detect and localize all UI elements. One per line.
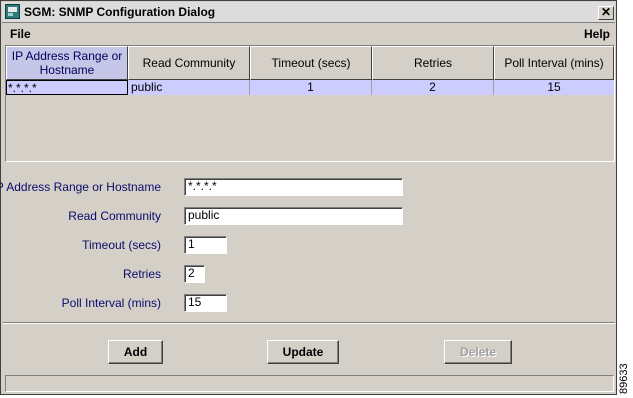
cell-community[interactable]: public: [128, 80, 250, 95]
table-row[interactable]: *.*.*.* public 1 2 15: [6, 80, 614, 95]
cell-poll[interactable]: 15: [494, 80, 614, 95]
column-header-timeout[interactable]: Timeout (secs): [250, 46, 372, 80]
separator: [3, 322, 615, 324]
ip-input[interactable]: *.*.*.*: [184, 178, 403, 196]
figure-number: 89633: [618, 363, 630, 394]
snmp-table: IP Address Range or Hostname Read Commun…: [5, 45, 615, 162]
timeout-input[interactable]: 1: [184, 236, 227, 254]
retries-input[interactable]: 2: [184, 265, 205, 283]
timeout-label: Timeout (secs): [82, 238, 161, 252]
update-button[interactable]: Update: [267, 340, 339, 364]
poll-input[interactable]: 15: [184, 294, 227, 312]
menu-file[interactable]: File: [10, 27, 31, 41]
add-button[interactable]: Add: [108, 340, 163, 364]
title-bar[interactable]: SGM: SNMP Configuration Dialog ✕: [2, 2, 615, 23]
poll-label: Poll Interval (mins): [61, 296, 161, 310]
column-header-retries[interactable]: Retries: [372, 46, 494, 80]
community-input[interactable]: public: [184, 207, 403, 225]
dialog-window: SGM: SNMP Configuration Dialog ✕ File He…: [0, 0, 617, 395]
menu-help[interactable]: Help: [584, 27, 610, 41]
ip-label: IP Address Range or Hostname: [0, 180, 161, 194]
menu-bar: File Help: [2, 24, 615, 44]
column-header-community[interactable]: Read Community: [128, 46, 250, 80]
delete-button[interactable]: Delete: [444, 340, 512, 364]
community-label: Read Community: [68, 209, 161, 223]
column-header-poll[interactable]: Poll Interval (mins): [494, 46, 614, 80]
cell-ip[interactable]: *.*.*.*: [6, 80, 128, 95]
window-title: SGM: SNMP Configuration Dialog: [24, 5, 216, 19]
retries-label: Retries: [122, 267, 161, 281]
status-bar: [5, 375, 614, 392]
close-button[interactable]: ✕: [598, 6, 614, 20]
cell-timeout[interactable]: 1: [250, 80, 372, 95]
cell-retries[interactable]: 2: [372, 80, 494, 95]
app-icon: [5, 4, 20, 19]
column-header-ip[interactable]: IP Address Range or Hostname: [6, 46, 128, 80]
